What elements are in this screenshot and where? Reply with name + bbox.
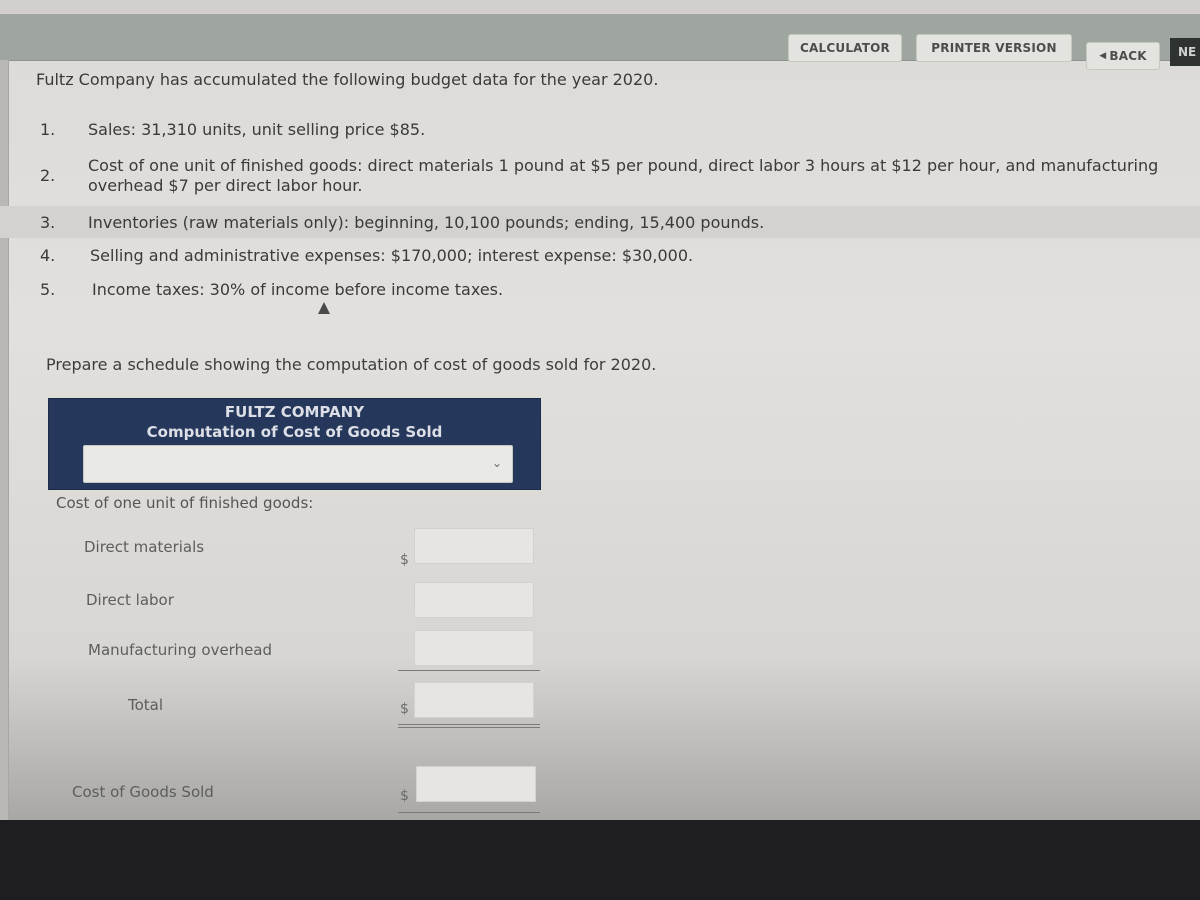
monitor-bezel [0, 820, 1200, 900]
row-label-total: Total [128, 696, 164, 714]
list-item: 2. Cost of one unit of finished goods: d… [0, 154, 1200, 202]
total-double-rule [398, 724, 540, 728]
period-select[interactable]: ⌄ [83, 445, 513, 483]
currency-symbol: $ [400, 788, 409, 804]
item-text: Selling and administrative expenses: $17… [90, 246, 694, 265]
list-item: 5. Income taxes: 30% of income before in… [0, 280, 1200, 306]
item-number: 2. [40, 166, 56, 185]
item-number: 4. [40, 246, 56, 265]
direct-materials-input[interactable] [414, 528, 534, 564]
row-label-direct-materials: Direct materials [84, 538, 205, 556]
item-text: Income taxes: 30% of income before incom… [92, 280, 504, 299]
subtotal-rule [398, 670, 540, 671]
schedule-title: Computation of Cost of Goods Sold [146, 423, 443, 441]
item-number: 5. [40, 280, 56, 299]
row-label-manufacturing-overhead: Manufacturing overhead [88, 641, 273, 659]
item-number: 1. [40, 120, 56, 139]
row-label-direct-labor: Direct labor [86, 591, 174, 609]
calculator-button[interactable]: CALCULATOR [788, 34, 902, 62]
direct-labor-input[interactable] [414, 582, 534, 618]
item-text: Inventories (raw materials only): beginn… [88, 213, 765, 232]
toolbar: CALCULATOR PRINTER VERSION ◀ BACK NE [0, 14, 1200, 70]
screen-top-edge [0, 0, 1200, 14]
total-unit-cost-input[interactable] [414, 682, 534, 718]
list-item: 1. Sales: 31,310 units, unit selling pri… [0, 120, 1200, 144]
screen: CALCULATOR PRINTER VERSION ◀ BACK NE Ful… [0, 0, 1200, 820]
cogs-rule [398, 812, 540, 813]
list-item: 3. Inventories (raw materials only): beg… [0, 206, 1200, 238]
item-text: Cost of one unit of finished goods: dire… [88, 156, 1159, 195]
item-number: 3. [40, 213, 56, 232]
list-item: 4. Selling and administrative expenses: … [0, 246, 1200, 272]
printer-version-button[interactable]: PRINTER VERSION [916, 34, 1072, 62]
schedule-header: FULTZ COMPANY Computation of Cost of Goo… [48, 398, 541, 490]
manufacturing-overhead-input[interactable] [414, 630, 534, 666]
row-label-cost-of-goods-sold: Cost of Goods Sold [72, 783, 214, 801]
chevron-down-icon: ⌄ [491, 456, 502, 470]
section-label: Cost of one unit of finished goods: [56, 494, 314, 512]
mouse-cursor-icon [318, 302, 330, 314]
back-label: BACK [1109, 49, 1147, 63]
back-button[interactable]: ◀ BACK [1086, 42, 1160, 70]
next-button[interactable]: NE [1170, 38, 1200, 66]
chevron-left-icon: ◀ [1099, 51, 1107, 61]
cost-of-goods-sold-input[interactable] [416, 766, 536, 802]
company-name: FULTZ COMPANY [224, 403, 365, 421]
item-text: Sales: 31,310 units, unit selling price … [88, 120, 426, 139]
currency-symbol: $ [400, 701, 409, 717]
problem-intro: Fultz Company has accumulated the follow… [36, 70, 659, 89]
currency-symbol: $ [400, 552, 409, 568]
task-prompt: Prepare a schedule showing the computati… [46, 355, 657, 374]
